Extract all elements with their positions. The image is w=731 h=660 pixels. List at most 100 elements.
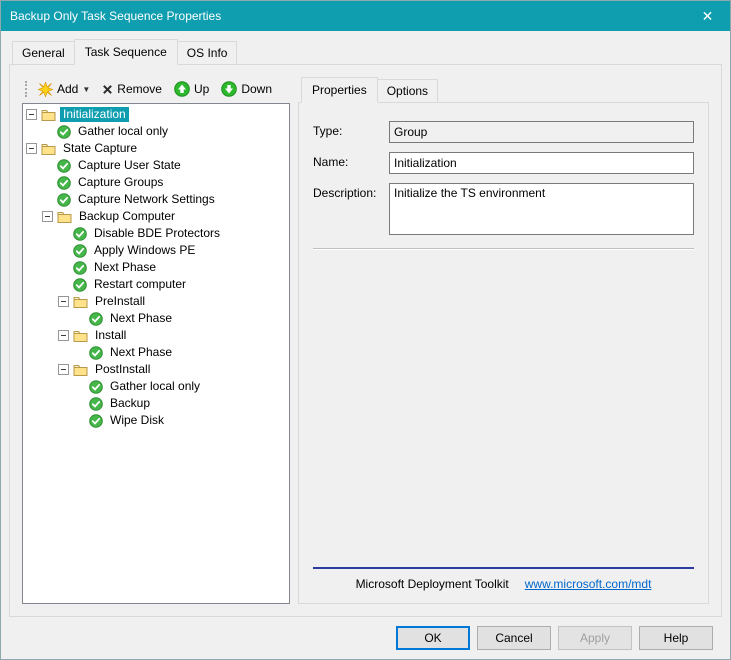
dropdown-arrow-icon: ▼ [82, 85, 90, 94]
tree-item-capture-groups[interactable]: Capture Groups [23, 174, 289, 191]
tree-item-install[interactable]: Install [23, 327, 289, 344]
step-check-icon [73, 278, 87, 292]
properties-tabs: PropertiesOptions [298, 77, 709, 103]
properties-page: Type: Name: Description: Initialize the … [298, 102, 709, 604]
step-check-icon [89, 414, 103, 428]
tree-item-backup-computer[interactable]: Backup Computer [23, 208, 289, 225]
tree-item-next-phase[interactable]: Next Phase [23, 310, 289, 327]
toolbar-down-button[interactable]: Down [216, 79, 279, 99]
step-check-icon [57, 193, 71, 207]
tab-os-info[interactable]: OS Info [177, 41, 238, 65]
details-panel: PropertiesOptions Type: Name: Descriptio… [298, 77, 709, 604]
titlebar: Backup Only Task Sequence Properties ✕ [1, 1, 730, 31]
tree-item-backup[interactable]: Backup [23, 395, 289, 412]
step-check-icon [57, 176, 71, 190]
tab-properties[interactable]: Properties [301, 77, 378, 103]
group-folder-icon [73, 295, 88, 308]
tree-item-label: Capture Network Settings [75, 192, 218, 207]
group-folder-icon [73, 363, 88, 376]
collapse-toggle-icon[interactable] [58, 330, 69, 341]
type-label: Type: [313, 121, 389, 138]
step-check-icon [73, 227, 87, 241]
collapse-toggle-icon[interactable] [26, 109, 37, 120]
tree-item-label: Install [92, 328, 129, 343]
tree-item-preinstall[interactable]: PreInstall [23, 293, 289, 310]
type-field-row: Type: [313, 121, 694, 143]
name-label: Name: [313, 152, 389, 169]
help-button[interactable]: Help [639, 626, 713, 650]
toolbar-remove-button[interactable]: Remove [97, 80, 169, 98]
tree-item-label: Next Phase [91, 260, 159, 275]
tree-item-disable-bde-protectors[interactable]: Disable BDE Protectors [23, 225, 289, 242]
tree-item-label: PostInstall [92, 362, 153, 377]
collapse-toggle-icon[interactable] [58, 296, 69, 307]
close-icon[interactable]: ✕ [685, 1, 730, 31]
dialog-buttons: OK Cancel Apply Help [9, 617, 722, 659]
tree-item-gather-local-only[interactable]: Gather local only [23, 123, 289, 140]
toolbar-remove-label: Remove [117, 82, 162, 96]
tree-item-capture-network-settings[interactable]: Capture Network Settings [23, 191, 289, 208]
step-check-icon [73, 244, 87, 258]
group-folder-icon [41, 108, 56, 121]
step-check-icon [89, 312, 103, 326]
step-check-icon [89, 380, 103, 394]
tree-item-apply-windows-pe[interactable]: Apply Windows PE [23, 242, 289, 259]
tree-item-wipe-disk[interactable]: Wipe Disk [23, 412, 289, 429]
description-label: Description: [313, 183, 389, 200]
apply-button: Apply [558, 626, 632, 650]
cancel-button[interactable]: Cancel [477, 626, 551, 650]
tree-item-label: Capture Groups [75, 175, 166, 190]
toolbar-gripper [25, 81, 28, 97]
tab-task-sequence[interactable]: Task Sequence [74, 39, 178, 65]
group-folder-icon [57, 210, 72, 223]
sequence-panel: Add▼RemoveUpDown InitializationGather lo… [22, 77, 290, 604]
tree-item-initialization[interactable]: Initialization [23, 106, 289, 123]
step-check-icon [89, 346, 103, 360]
up-icon [174, 81, 190, 97]
step-check-icon [73, 261, 87, 275]
toolbar-add-label: Add [57, 82, 78, 96]
footer-link[interactable]: www.microsoft.com/mdt [525, 577, 652, 591]
toolbar-up-label: Up [194, 82, 209, 96]
toolbar-up-button[interactable]: Up [169, 79, 216, 99]
tree-item-label: Backup [107, 396, 153, 411]
collapse-toggle-icon[interactable] [26, 143, 37, 154]
description-field-row: Description: Initialize the TS environme… [313, 183, 694, 235]
toolbar-down-label: Down [241, 82, 272, 96]
window-title: Backup Only Task Sequence Properties [10, 9, 685, 23]
collapse-toggle-icon[interactable] [58, 364, 69, 375]
tree-item-postinstall[interactable]: PostInstall [23, 361, 289, 378]
step-check-icon [57, 159, 71, 173]
tree-item-label: Disable BDE Protectors [91, 226, 223, 241]
toolbar: Add ▼ Remove Up Down [22, 77, 290, 103]
tree-item-label: Backup Computer [76, 209, 178, 224]
tree-item-label: Next Phase [107, 345, 175, 360]
task-sequence-tree[interactable]: InitializationGather local onlyState Cap… [22, 103, 290, 604]
collapse-toggle-icon[interactable] [42, 211, 53, 222]
type-input [389, 121, 694, 143]
tree-item-label: Restart computer [91, 277, 189, 292]
tree-item-label: Next Phase [107, 311, 175, 326]
tab-options[interactable]: Options [377, 79, 438, 103]
group-folder-icon [73, 329, 88, 342]
tree-item-capture-user-state[interactable]: Capture User State [23, 157, 289, 174]
step-check-icon [57, 125, 71, 139]
ok-button[interactable]: OK [396, 626, 470, 650]
tree-item-next-phase[interactable]: Next Phase [23, 259, 289, 276]
dialog-window: Backup Only Task Sequence Properties ✕ G… [0, 0, 731, 660]
group-folder-icon [41, 142, 56, 155]
add-icon [38, 82, 53, 97]
toolbar-add-button[interactable]: Add ▼ [33, 80, 97, 99]
task-sequence-tabpage: Add▼RemoveUpDown InitializationGather lo… [9, 64, 722, 617]
tree-item-label: State Capture [60, 141, 140, 156]
tree-item-state-capture[interactable]: State Capture [23, 140, 289, 157]
tree-item-next-phase[interactable]: Next Phase [23, 344, 289, 361]
tree-item-label: Capture User State [75, 158, 184, 173]
tree-item-restart-computer[interactable]: Restart computer [23, 276, 289, 293]
name-input[interactable] [389, 152, 694, 174]
description-input[interactable]: Initialize the TS environment [389, 183, 694, 235]
tree-item-gather-local-only[interactable]: Gather local only [23, 378, 289, 395]
dialog-body: GeneralTask SequenceOS Info Add ▼ Remove Up… [1, 31, 730, 659]
tab-general[interactable]: General [12, 41, 75, 65]
footer: Microsoft Deployment Toolkit www.microso… [313, 569, 694, 593]
